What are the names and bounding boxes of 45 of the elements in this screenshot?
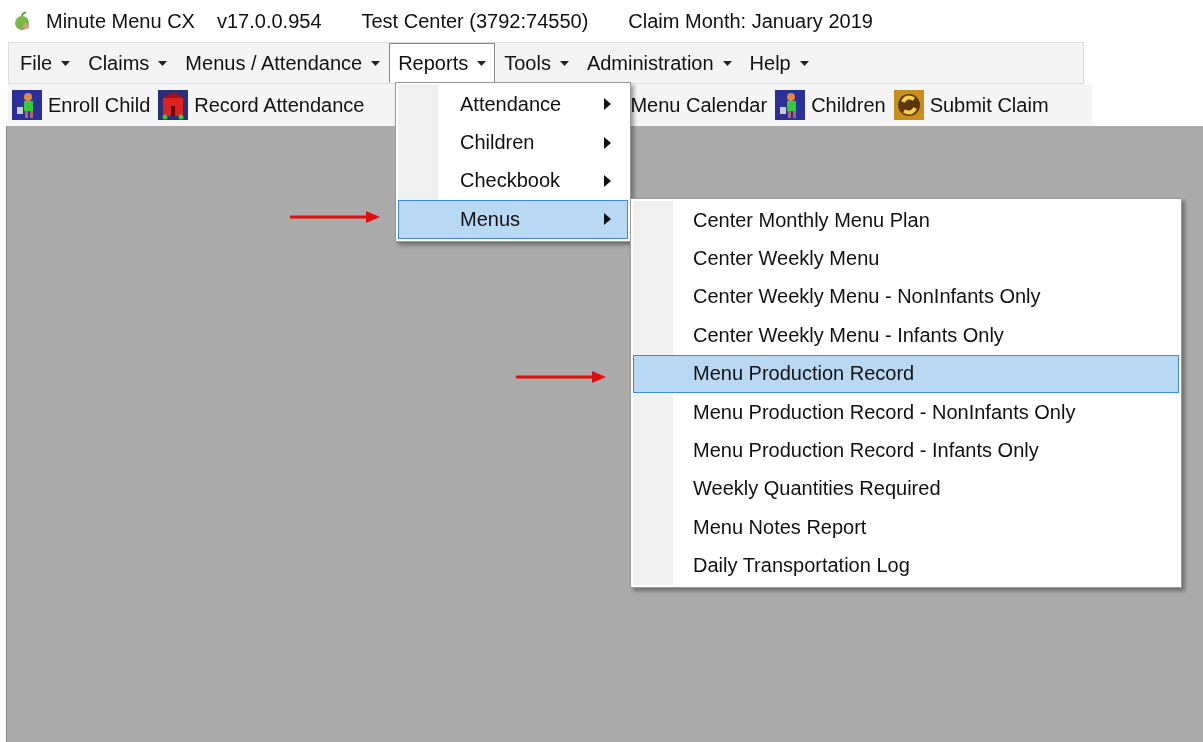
menu-item[interactable]: Daily Transportation Log <box>633 546 1179 585</box>
center-name: Test Center (3792:74550) <box>361 9 589 33</box>
menu-item[interactable]: Menu Production Record - NonInfants Only <box>633 392 1179 432</box>
toolbar-button[interactable]: Submit Claim <box>893 87 1057 123</box>
menu-item[interactable]: Center Weekly Menu - Infants Only <box>633 316 1179 355</box>
caret-icon <box>158 60 168 66</box>
toolbar-button[interactable]: Children <box>775 87 894 123</box>
menu-item[interactable]: Menu Production Record - Infants Only <box>633 431 1179 470</box>
caret-icon <box>477 60 487 66</box>
child-figure-icon <box>775 90 806 120</box>
building-icon <box>158 90 189 120</box>
submenu-arrow-icon <box>604 98 611 111</box>
menu-item[interactable]: Center Weekly Menu - NonInfants Only <box>633 277 1179 317</box>
menu-item[interactable]: Center Weekly Menu <box>633 239 1179 278</box>
menu-item[interactable]: Menus <box>398 200 628 239</box>
menu-item[interactable]: Menus / Attendance <box>176 43 390 83</box>
submenu-arrow-icon <box>604 213 611 226</box>
child-figure-icon <box>12 90 42 120</box>
menu-item[interactable]: Tools <box>495 43 578 83</box>
caret-icon <box>61 60 71 66</box>
coin-icon <box>893 90 924 120</box>
submenu-arrow-icon <box>604 174 611 187</box>
menu-item[interactable]: Menu Production Record <box>633 354 1179 393</box>
submenu-arrow-icon <box>604 136 611 149</box>
caret-icon <box>799 60 809 66</box>
menu-item[interactable]: File <box>11 43 80 83</box>
menu-item[interactable]: Checkbook <box>398 161 628 201</box>
toolbar-button[interactable]: Record Attendance <box>158 87 373 123</box>
menu-item[interactable]: Help <box>740 43 818 83</box>
claim-month: Claim Month: January 2019 <box>628 9 873 33</box>
menu-item[interactable]: Attendance <box>398 85 628 124</box>
menu-item[interactable]: Center Monthly Menu Plan <box>633 201 1179 240</box>
menu-item[interactable]: Administration <box>577 43 741 83</box>
menu-item[interactable]: Children <box>398 123 628 162</box>
menu-item[interactable]: Weekly Quantities Required <box>633 469 1179 509</box>
menu-item[interactable]: Claims <box>79 43 177 83</box>
caret-icon <box>371 60 381 66</box>
toolbar-button[interactable]: Menu Calendar <box>630 87 776 123</box>
app-name: Minute Menu CX <box>46 9 195 33</box>
toolbar-button[interactable]: Enroll Child <box>12 87 159 123</box>
caret-icon <box>722 60 732 66</box>
caret-icon <box>559 60 569 66</box>
menu-item[interactable]: Menu Notes Report <box>633 508 1179 547</box>
version-text: v17.0.0.954 <box>216 9 322 33</box>
menu-item[interactable]: Reports <box>389 43 496 83</box>
